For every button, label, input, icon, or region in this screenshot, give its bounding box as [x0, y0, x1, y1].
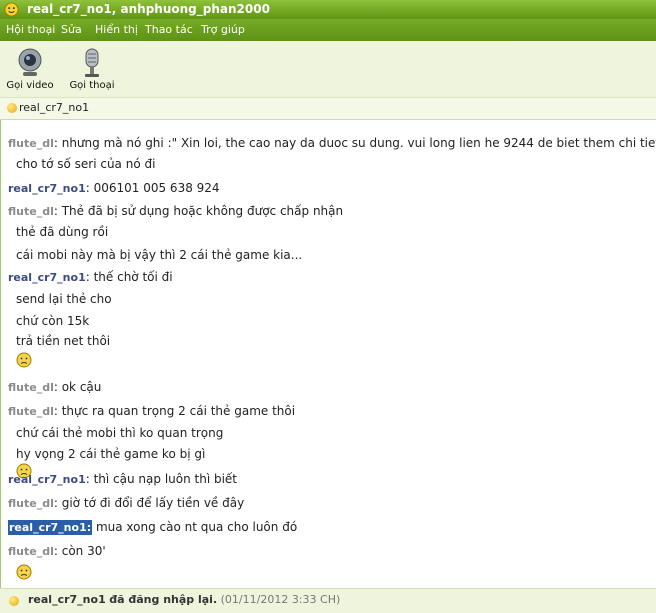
chat-message-continuation: hy vọng 2 cái thẻ game ko bị gì [16, 446, 205, 462]
chat-message-continuation: chứ còn 15k [16, 313, 89, 329]
yahoo-messenger-icon [4, 2, 19, 17]
window-title: real_cr7_no1, anhphuong_phan2000 [27, 2, 270, 16]
contact-bar: real_cr7_no1 [0, 97, 656, 120]
menu-conversation[interactable]: Hội thoại [6, 19, 55, 41]
sender-separator: : [85, 181, 94, 195]
message-sender: flute_dl [8, 405, 54, 418]
chat-border [0, 120, 1, 588]
chat-message: flute_dl: còn 30' [8, 543, 106, 560]
message-text: thì cậu nạp luôn thì biết [93, 472, 238, 486]
message-text: trả tiền net thôi [16, 334, 111, 348]
sender-separator: : [53, 380, 62, 394]
message-text: cho tớ số seri của nó đi [16, 157, 156, 171]
message-text: hy vọng 2 cái thẻ game ko bị gì [16, 447, 206, 461]
message-text: giờ tớ đi đổi để lấy tiền về đây [61, 496, 245, 510]
webcam-icon [18, 48, 42, 76]
message-text: Thẻ đã bị sử dụng hoặc không được chấp n… [61, 204, 344, 218]
menu-bar: Hội thoại Sửa Hiển thị Thao tác Trợ giúp [0, 19, 656, 41]
menu-view[interactable]: Hiển thị [95, 19, 138, 41]
message-text: mua xong cào nt qua cho luôn đó [92, 520, 298, 534]
title-bar: real_cr7_no1, anhphuong_phan2000 [0, 0, 656, 19]
chat-message: flute_dl: thực ra quan trọng 2 cái thẻ g… [8, 403, 295, 420]
message-sender: real_cr7_no1: [8, 520, 93, 535]
message-text: cái mobi này mà bị vậy thì 2 cái thẻ gam… [16, 248, 303, 262]
message-sender: flute_dl [8, 497, 54, 510]
message-sender: flute_dl [8, 545, 54, 558]
sender-separator: : [53, 404, 62, 418]
video-call-button[interactable]: Gọi video [0, 45, 60, 95]
message-text: thẻ đã dùng rồi [16, 225, 109, 239]
status-user: real_cr7_no1 [28, 593, 106, 606]
chat-message-continuation: cho tớ số seri của nó đi [16, 156, 155, 172]
message-text: thực ra quan trọng 2 cái thẻ game thôi [61, 404, 296, 418]
message-sender: flute_dl [8, 137, 54, 150]
menu-help[interactable]: Trợ giúp [201, 19, 245, 41]
chat-message: real_cr7_no1: 006101 005 638 924 [8, 180, 220, 197]
voice-call-label: Gọi thoại [69, 80, 115, 91]
video-call-label: Gọi video [6, 80, 54, 91]
sad-face-icon [16, 564, 32, 580]
chat-message: real_cr7_no1: thế chờ tối đi [8, 269, 173, 286]
chat-message-continuation: send lại thẻ cho [16, 291, 112, 307]
message-text: chứ còn 15k [16, 314, 90, 328]
status-bar: real_cr7_no1 đã đăng nhập lại. (01/11/20… [0, 588, 656, 613]
chat-message-continuation: chứ cái thẻ mobi thì ko quan trọng [16, 425, 223, 441]
chat-message: flute_dl: Thẻ đã bị sử dụng hoặc không đ… [8, 203, 343, 220]
chat-message: real_cr7_no1: mua xong cào nt qua cho lu… [8, 519, 297, 536]
status-timestamp: (01/11/2012 3:33 CH) [220, 593, 341, 606]
sender-separator: : [53, 544, 62, 558]
chat-message-continuation: cái mobi này mà bị vậy thì 2 cái thẻ gam… [16, 247, 302, 263]
contact-name[interactable]: real_cr7_no1 [19, 101, 89, 114]
message-sender: real_cr7_no1 [8, 271, 86, 284]
chat-message: flute_dl: nhưng mà nó ghi :" Xin loi, th… [8, 135, 656, 152]
message-sender: flute_dl [8, 381, 54, 394]
microphone-icon [85, 48, 99, 77]
message-text: nhưng mà nó ghi :" Xin loi, the cao nay … [61, 136, 656, 150]
status-text: đã đăng nhập lại. [109, 593, 218, 606]
message-text: ok cậu [61, 380, 102, 394]
message-sender: flute_dl [8, 205, 54, 218]
message-sender: real_cr7_no1 [8, 473, 86, 486]
chat-message-continuation: trả tiền net thôi [16, 333, 110, 349]
message-text: chứ cái thẻ mobi thì ko quan trọng [16, 426, 224, 440]
sender-separator: : [53, 136, 62, 150]
chat-message-continuation: thẻ đã dùng rồi [16, 224, 108, 240]
sender-separator: : [85, 270, 94, 284]
sender-separator: : [53, 496, 62, 510]
chat-message: flute_dl: ok cậu [8, 379, 101, 396]
sender-separator: : [53, 204, 62, 218]
chat-message: flute_dl: giờ tớ đi đổi để lấy tiền về đ… [8, 495, 244, 512]
sender-separator: : [85, 472, 94, 486]
message-text: thế chờ tối đi [93, 270, 173, 284]
menu-actions[interactable]: Thao tác [145, 19, 193, 41]
message-text: còn 30' [61, 544, 106, 558]
message-text: 006101 005 638 924 [93, 181, 220, 195]
online-status-icon [9, 596, 19, 606]
voice-call-button[interactable]: Gọi thoại [62, 45, 122, 95]
message-sender: real_cr7_no1 [8, 182, 86, 195]
sad-face-icon [16, 352, 32, 368]
menu-edit[interactable]: Sửa [61, 19, 82, 41]
status-message: real_cr7_no1 đã đăng nhập lại. (01/11/20… [28, 593, 340, 606]
chat-message: real_cr7_no1: thì cậu nạp luôn thì biết [8, 471, 237, 488]
message-text: send lại thẻ cho [16, 292, 112, 306]
toolbar: Gọi video Gọi thoại [0, 41, 656, 97]
online-status-icon [7, 103, 17, 113]
